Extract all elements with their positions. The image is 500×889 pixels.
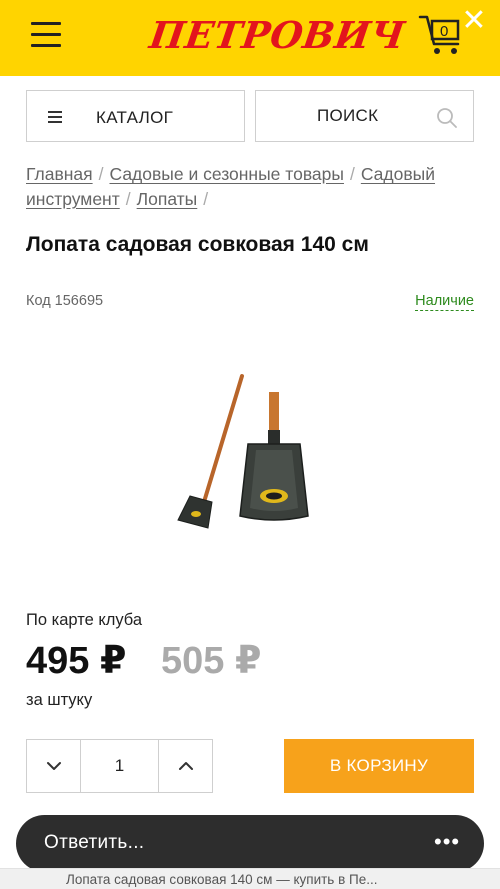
catalog-button[interactable]: КАТАЛОГ: [26, 90, 245, 142]
breadcrumb-separator: /: [203, 189, 209, 209]
breadcrumb-shovels[interactable]: Лопаты: [137, 189, 198, 209]
breadcrumb-garden-seasonal[interactable]: Садовые и сезонные товары: [109, 164, 343, 184]
club-card-label: По карте клуба: [26, 611, 143, 629]
list-icon: [48, 111, 62, 126]
catalog-label: КАТАЛОГ: [96, 108, 174, 127]
product-image[interactable]: [160, 368, 330, 538]
availability-link[interactable]: Наличие: [415, 293, 474, 311]
close-icon[interactable]: ✕: [458, 6, 490, 38]
quantity-stepper: 1: [26, 739, 213, 793]
chevron-up-icon: [178, 762, 193, 770]
add-to-cart-button[interactable]: В КОРЗИНУ: [284, 739, 474, 793]
page-tab[interactable]: Лопата садовая совковая 140 см — купить …: [0, 868, 500, 889]
search-icon: [437, 108, 457, 128]
breadcrumb-separator: /: [125, 189, 131, 209]
reply-bar[interactable]: Ответить... •••: [16, 815, 484, 872]
reply-label: Ответить...: [44, 832, 145, 853]
search-label: ПОИСК: [317, 106, 379, 125]
increase-button[interactable]: [159, 740, 212, 792]
site-header: ПЕТРОВИЧ 0 ✕: [0, 0, 500, 76]
more-icon[interactable]: •••: [434, 831, 460, 853]
cart-count: 0: [440, 23, 448, 40]
product-code: Код 156695: [26, 293, 104, 309]
page-tab-title: Лопата садовая совковая 140 см — купить …: [66, 872, 378, 887]
search-button[interactable]: ПОИСК: [255, 90, 474, 142]
decrease-button[interactable]: [27, 740, 80, 792]
club-price: 495 ₽: [26, 640, 127, 682]
breadcrumb-separator: /: [98, 164, 104, 184]
breadcrumb: Главная / Садовые и сезонные товары / Садовы…: [26, 162, 476, 212]
breadcrumb-separator: /: [349, 164, 355, 184]
regular-price: 505 ₽: [161, 640, 262, 682]
logo[interactable]: ПЕТРОВИЧ: [147, 13, 408, 57]
menu-icon[interactable]: [31, 22, 61, 48]
quantity-value[interactable]: 1: [80, 740, 159, 792]
unit-label: за штуку: [26, 691, 93, 709]
breadcrumb-home[interactable]: Главная: [26, 164, 93, 184]
chevron-down-icon: [46, 762, 61, 770]
product-title: Лопата садовая совковая 140 см: [26, 233, 369, 256]
